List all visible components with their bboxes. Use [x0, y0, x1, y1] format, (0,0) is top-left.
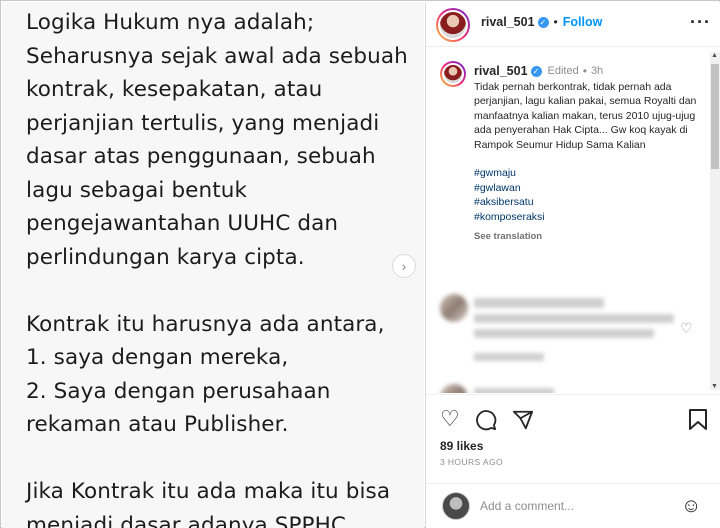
caption-time[interactable]: 3h — [591, 64, 603, 79]
instagram-post-modal: Logika Hukum nya adalah; Seharusnya seja… — [0, 0, 720, 528]
blurred-comment-text — [474, 353, 544, 361]
hashtag-list: #gwmaju #gwlawan #aksibersatu #komposera… — [474, 166, 706, 224]
comment-icon[interactable] — [475, 409, 497, 435]
actions-section: ♡ 89 likes 3 HOURS AGO ☺ — [426, 394, 720, 528]
header-username[interactable]: rival_501 — [481, 15, 535, 29]
hashtag-link[interactable]: #gwlawan — [474, 181, 706, 196]
blurred-comment-avatar — [440, 294, 468, 322]
heart-icon[interactable]: ♡ — [440, 408, 460, 430]
verified-badge-icon: ✓ — [537, 16, 549, 28]
separator-dot: • — [553, 15, 558, 29]
image-line: rekaman atau Publisher. — [26, 412, 289, 437]
comment-like-heart-icon[interactable]: ♡ — [680, 320, 693, 337]
bookmark-icon[interactable] — [688, 409, 708, 435]
more-horizontal-icon[interactable]: ··· — [690, 13, 711, 31]
chevron-right-icon: › — [401, 258, 407, 274]
image-line: Seharusnya sejak awal ada sebuah — [26, 43, 408, 69]
blurred-comment-text — [474, 329, 654, 338]
follow-button[interactable]: Follow — [563, 15, 603, 29]
see-translation-link[interactable]: See translation — [474, 230, 706, 245]
image-line: kontrak, kesepakatan, atau — [26, 77, 323, 102]
scroll-down-arrow-icon[interactable]: ▼ — [711, 383, 718, 390]
image-line: 1. saya dengan mereka, — [26, 345, 289, 370]
avatar[interactable] — [436, 8, 470, 42]
comments-section[interactable]: rival_501 ✓ Edited • 3h Tidak pernah ber… — [426, 48, 720, 393]
blurred-comment-text — [474, 298, 604, 308]
post-header: rival_501 ✓ • Follow ··· — [426, 2, 720, 47]
scrollbar-thumb[interactable] — [711, 64, 719, 169]
add-comment-input[interactable] — [480, 496, 670, 516]
caption-text: Tidak pernah berkontrak, tidak pernah ad… — [474, 80, 697, 151]
hashtag-link[interactable]: #komposeraksi — [474, 210, 706, 225]
image-line: Jika Kontrak itu ada maka itu bisa — [26, 479, 391, 504]
caption-username[interactable]: rival_501 — [474, 64, 528, 79]
caption: rival_501 ✓ Edited • 3h Tidak pernah ber… — [474, 64, 706, 245]
post-image-text: Logika Hukum nya adalah; Seharusnya seja… — [26, 6, 408, 528]
current-user-avatar — [442, 492, 470, 520]
caption-avatar[interactable] — [440, 61, 466, 87]
avatar-image — [442, 63, 464, 85]
image-line: pengejawantahan UUHC dan — [26, 211, 339, 236]
image-line: perjanjian tertulis, yang menjadi — [26, 110, 380, 136]
separator-dot: • — [582, 64, 587, 78]
edited-label: Edited — [547, 65, 579, 77]
blurred-comment-text — [474, 388, 554, 393]
image-line: menjadi dasar adanya SPPHC. — [26, 512, 353, 528]
avatar-image — [438, 10, 468, 40]
carousel-next-button[interactable]: › — [392, 254, 416, 278]
image-line: Kontrak itu harusnya ada antara, — [26, 311, 385, 337]
caption-header: rival_501 ✓ Edited • 3h — [474, 64, 706, 79]
verified-badge-icon: ✓ — [530, 65, 542, 77]
add-comment-bar: ☺ — [426, 483, 720, 528]
blurred-comment-avatar — [440, 384, 468, 393]
image-line: dasar atas penggunaan, sebuah — [26, 144, 376, 169]
image-line: perlindungan karya cipta. — [26, 244, 305, 270]
header-meta: rival_501 ✓ • Follow — [481, 15, 602, 29]
image-line: 2. Saya dengan perusahaan — [26, 378, 331, 404]
hashtag-link[interactable]: #aksibersatu — [474, 195, 706, 210]
share-icon[interactable] — [512, 409, 534, 435]
post-timestamp[interactable]: 3 HOURS AGO — [440, 457, 503, 467]
blurred-comment-text — [474, 314, 674, 323]
post-details-panel: rival_501 ✓ • Follow ··· rival_501 ✓ Edi… — [425, 2, 720, 528]
comments-scrollbar[interactable]: ▲ ▼ — [710, 52, 720, 390]
hashtag-link[interactable]: #gwmaju — [474, 166, 706, 181]
image-line: Logika Hukum nya adalah; — [26, 10, 315, 35]
smiley-icon[interactable]: ☺ — [681, 496, 701, 516]
scroll-up-arrow-icon[interactable]: ▲ — [711, 52, 718, 59]
image-line: lagu sebagai bentuk — [26, 177, 248, 203]
likes-count[interactable]: 89 likes — [440, 439, 483, 453]
post-image: Logika Hukum nya adalah; Seharusnya seja… — [2, 2, 424, 528]
